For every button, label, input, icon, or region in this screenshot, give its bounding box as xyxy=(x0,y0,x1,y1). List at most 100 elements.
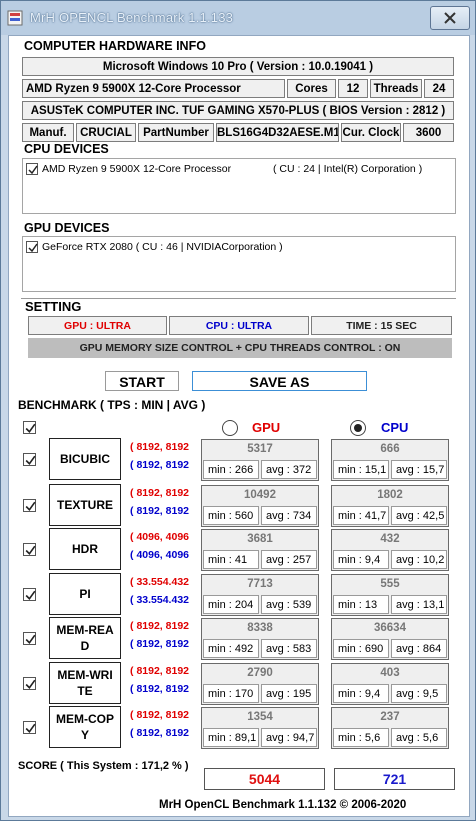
cpu-result-min: min : 9,4 xyxy=(333,684,389,703)
part-label: PartNumber xyxy=(138,123,214,142)
benchmark-row-checkbox[interactable] xyxy=(23,499,36,512)
cpu-radio[interactable] xyxy=(349,419,367,437)
gpu-result-avg: avg : 195 xyxy=(261,684,317,703)
cpu-result-avg: avg : 13,1 xyxy=(391,595,447,614)
benchmark-name: HDR xyxy=(72,542,98,556)
gpu-result-box: 5317 min : 266 avg : 372 xyxy=(201,439,319,481)
benchmark-row-checkbox[interactable] xyxy=(23,677,36,690)
benchmark-name: BICUBIC xyxy=(60,452,110,466)
cpu-result-avg: avg : 5,6 xyxy=(391,728,447,747)
score-label: SCORE ( This System : 171,2 % ) xyxy=(18,760,189,772)
cpu-result-avg: avg : 15,7 xyxy=(391,460,447,479)
gpu-result-min: min : 266 xyxy=(203,460,259,479)
cpu-dimension: ( 8192, 8192 xyxy=(130,459,189,471)
gpu-result-box: 3681 min : 41 avg : 257 xyxy=(201,529,319,571)
setting-divider xyxy=(21,298,456,299)
cpu-result-box: 555 min : 13 avg : 13,1 xyxy=(331,574,449,616)
clock-label: Cur. Clock xyxy=(341,123,401,142)
cpu-name-field: AMD Ryzen 9 5900X 12-Core Processor xyxy=(22,79,285,98)
cpu-result-value: 1802 xyxy=(377,489,403,501)
benchmark-name: TEXTURE xyxy=(56,498,113,512)
benchmark-name-line1: MEM-WRI xyxy=(57,668,113,682)
gpu-dimension: ( 8192, 8192 xyxy=(130,665,189,677)
checkmark-icon xyxy=(25,455,36,466)
benchmark-name-line2: D xyxy=(80,639,90,653)
threads-label: Threads xyxy=(370,79,422,98)
cpu-dimension: ( 8192, 8192 xyxy=(130,638,189,650)
cpu-result-box: 36634 min : 690 avg : 864 xyxy=(331,618,449,660)
select-all-checkbox[interactable] xyxy=(23,421,36,434)
cpu-result-min: min : 9,4 xyxy=(333,550,389,569)
cpu-mode-field[interactable]: CPU : ULTRA xyxy=(169,316,309,335)
cpu-device-list[interactable]: AMD Ryzen 9 5900X 12-Core Processor ( CU… xyxy=(22,158,456,214)
checkmark-icon xyxy=(28,243,38,253)
cpu-result-box: 432 min : 9,4 avg : 10,2 xyxy=(331,529,449,571)
gpu-score: 5044 xyxy=(204,768,325,790)
benchmark-row-checkbox[interactable] xyxy=(23,588,36,601)
window-title: MrH OPENCL Benchmark 1.1.133 xyxy=(30,10,234,25)
manuf-value: CRUCIAL xyxy=(76,123,136,142)
benchmark-row-label: HDR xyxy=(49,528,121,570)
benchmark-row-checkbox[interactable] xyxy=(23,721,36,734)
threads-value: 24 xyxy=(424,79,454,98)
checkmark-icon xyxy=(25,590,36,601)
app-icon xyxy=(7,10,23,26)
control-bar[interactable]: GPU MEMORY SIZE CONTROL + CPU THREADS CO… xyxy=(28,338,452,358)
save-as-button[interactable]: SAVE AS xyxy=(192,371,367,391)
title-bar[interactable]: MrH OPENCL Benchmark 1.1.133 xyxy=(1,1,475,35)
benchmark-row-label: MEM-WRI TE xyxy=(49,662,121,704)
gpu-result-avg: avg : 583 xyxy=(261,639,317,658)
cpu-devices-heading: CPU DEVICES xyxy=(24,142,109,156)
benchmark-row-label: BICUBIC xyxy=(49,438,121,480)
manuf-label: Manuf. xyxy=(22,123,74,142)
cpu-device-checkbox[interactable] xyxy=(26,163,38,175)
cpu-result-box: 237 min : 5,6 avg : 5,6 xyxy=(331,707,449,749)
gpu-result-avg: avg : 94,7 xyxy=(261,728,317,747)
benchmark-row-checkbox[interactable] xyxy=(23,543,36,556)
gpu-device-checkbox[interactable] xyxy=(26,241,38,253)
cpu-result-box: 666 min : 15,1 avg : 15,7 xyxy=(331,439,449,481)
cpu-result-min: min : 13 xyxy=(333,595,389,614)
clock-value: 3600 xyxy=(403,123,454,142)
gpu-result-min: min : 560 xyxy=(203,506,259,525)
cpu-dimension: ( 4096, 4096 xyxy=(130,549,189,561)
gpu-dimension: ( 8192, 8192 xyxy=(130,709,189,721)
gpu-result-box: 10492 min : 560 avg : 734 xyxy=(201,485,319,527)
cpu-result-value: 666 xyxy=(380,443,400,455)
time-field[interactable]: TIME : 15 SEC xyxy=(311,316,452,335)
gpu-column-label: GPU xyxy=(252,420,281,435)
gpu-result-value: 5317 xyxy=(247,443,273,455)
benchmark-row-checkbox[interactable] xyxy=(23,453,36,466)
footer-text: MrH OpenCL Benchmark 1.1.132 © 2006-2020 xyxy=(159,799,407,811)
cores-label: Cores xyxy=(287,79,336,98)
gpu-radio[interactable] xyxy=(221,419,239,437)
close-button[interactable] xyxy=(430,6,470,30)
cpu-dimension: ( 8192, 8192 xyxy=(130,505,189,517)
benchmark-name-line1: MEM-COP xyxy=(56,712,114,726)
os-field: Microsoft Windows 10 Pro ( Version : 10.… xyxy=(22,57,454,76)
board-field: ASUSTeK COMPUTER INC. TUF GAMING X570-PL… xyxy=(22,101,454,120)
cpu-result-min: min : 690 xyxy=(333,639,389,658)
benchmark-name-line2: TE xyxy=(77,684,93,698)
gpu-device-name: GeForce RTX 2080 ( CU : 46 | NVIDIACorpo… xyxy=(42,241,283,253)
cpu-column-label: CPU xyxy=(381,420,409,435)
gpu-result-avg: avg : 257 xyxy=(261,550,317,569)
gpu-device-list[interactable]: GeForce RTX 2080 ( CU : 46 | NVIDIACorpo… xyxy=(22,236,456,292)
gpu-result-avg: avg : 734 xyxy=(261,506,317,525)
checkmark-icon xyxy=(25,679,36,690)
checkmark-icon xyxy=(25,545,36,556)
checkmark-icon xyxy=(25,634,36,645)
gpu-mode-field[interactable]: GPU : ULTRA xyxy=(28,316,167,335)
cpu-result-min: min : 15,1 xyxy=(333,460,389,479)
start-button[interactable]: START xyxy=(105,371,179,391)
cpu-result-value: 555 xyxy=(380,578,400,590)
gpu-result-box: 8338 min : 492 avg : 583 xyxy=(201,618,319,660)
cpu-result-box: 1802 min : 41,7 avg : 42,5 xyxy=(331,485,449,527)
cpu-result-value: 432 xyxy=(380,533,400,545)
cpu-device-name: AMD Ryzen 9 5900X 12-Core Processor xyxy=(42,163,232,175)
gpu-result-box: 1354 min : 89,1 avg : 94,7 xyxy=(201,707,319,749)
benchmark-row-checkbox[interactable] xyxy=(23,632,36,645)
gpu-dimension: ( 8192, 8192 xyxy=(130,441,189,453)
cpu-result-avg: avg : 9,5 xyxy=(391,684,447,703)
gpu-devices-heading: GPU DEVICES xyxy=(24,221,110,235)
